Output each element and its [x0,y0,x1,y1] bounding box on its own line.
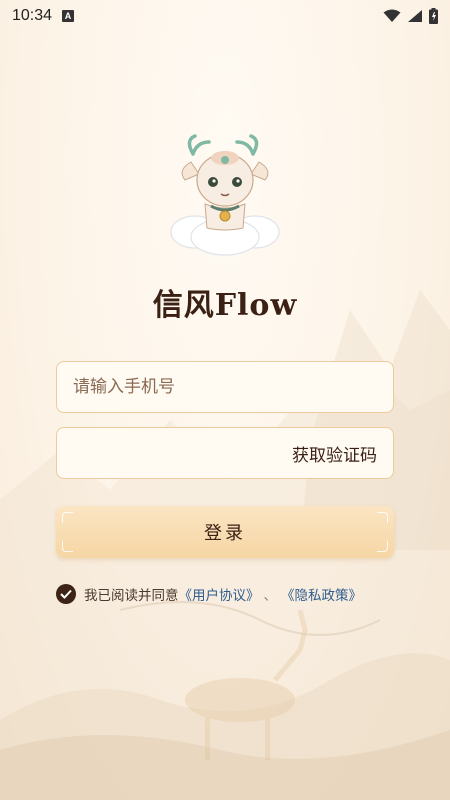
battery-icon [429,8,438,24]
privacy-policy-link[interactable]: 《隐私政策》 [281,584,362,604]
agreement-separator: 、 [263,588,278,604]
agreement-checkbox[interactable] [56,584,76,604]
login-button[interactable]: 登录 [56,506,394,558]
get-code-button[interactable]: 获取验证码 [292,428,377,478]
wifi-icon [383,9,401,22]
phone-input[interactable] [57,362,393,412]
signal-icon [408,10,422,22]
button-corner-ornament [62,541,73,552]
status-bar: 10:34 A [0,0,450,32]
status-time: 10:34 [12,7,53,24]
deer-mascot-logo [170,134,280,256]
app-title: 信风Flow [152,288,298,323]
phone-field[interactable] [56,361,394,413]
button-corner-ornament [377,512,388,523]
agreement-text: 我已阅读并同意 [84,588,179,604]
button-corner-ornament [62,512,73,523]
verification-code-field[interactable]: 获取验证码 [56,427,394,479]
user-agreement-link[interactable]: 《用户协议》 [179,584,260,604]
login-button-label: 登录 [204,523,246,544]
a-icon: A [62,10,75,22]
check-icon [60,589,72,599]
button-corner-ornament [377,541,388,552]
agreement-row: 我已阅读并同意 《用户协议》 、 《隐私政策》 [56,584,362,604]
